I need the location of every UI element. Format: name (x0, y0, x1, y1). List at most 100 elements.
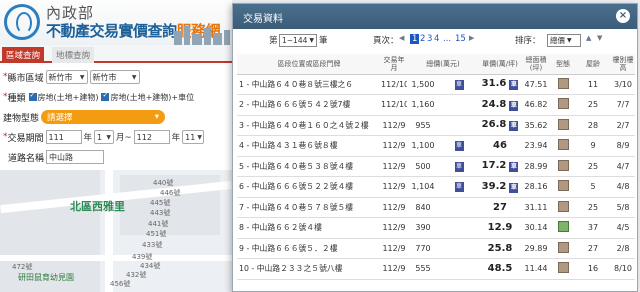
column-header[interactable]: 交易年月 (381, 54, 407, 75)
building-type-icon[interactable] (557, 241, 569, 253)
tab-area-search[interactable]: 區域查詢 (2, 47, 45, 63)
address-cell: 1 - 中山路６４０巷８號三樓之６ (237, 74, 381, 95)
building-type-icon[interactable] (557, 180, 569, 192)
total-price-cell: 1,100 (407, 135, 439, 157)
area-cell: 47.51 (521, 74, 551, 95)
column-header[interactable]: 總面積(坪) (521, 54, 551, 75)
chevron-down-icon: ▼ (131, 73, 137, 81)
sort-desc-icon[interactable]: ▼ (597, 34, 602, 42)
table-row[interactable]: 9 - 中山路６６６號５．２樓 112/9 770 25.8 29.89 27 2/8 (237, 238, 635, 259)
age-cell: 5 (575, 176, 611, 198)
transaction-table: 區段位置或區段門牌 交易年月 總價(萬元) 單價(萬/坪) 總面積(坪) 型態 屋齡 樓別樓高… (237, 54, 635, 280)
type-cell (551, 238, 575, 259)
map-address: 456號 (110, 280, 131, 288)
column-header[interactable]: 樓別樓高 (611, 54, 635, 75)
floor-cell: 4/5 (611, 217, 635, 239)
type-checkbox-2[interactable] (101, 91, 110, 101)
type-option-1: 房地(土地+建物) (37, 92, 99, 102)
total-price-cell: 1,104 (407, 176, 439, 198)
road-input[interactable]: 中山路 (46, 150, 105, 164)
from-year-input[interactable]: 111 (45, 130, 82, 144)
sort-select[interactable]: 總價 ▼ (547, 34, 581, 47)
road-row: 道路名稱 中山路 (3, 149, 105, 165)
map-address: 472號 (12, 263, 33, 271)
floor-cell: 5/8 (611, 197, 635, 218)
total-price-cell: 1,160 (407, 94, 439, 116)
table-row[interactable]: 5 - 中山路６４０巷５３８號４樓 112/9 500 車 17.2 車 28.99 25 4/… (237, 156, 635, 177)
unit-price-cell: 12.9 (479, 217, 521, 239)
parking-badge-icon: 車 (509, 100, 519, 111)
floor-cell: 8/9 (611, 135, 635, 157)
table-row[interactable]: 8 - 中山路６６２號４樓 112/9 390 12.9 30.14 37 4/5 (237, 217, 635, 239)
county-select[interactable]: 新竹市 ▼ (45, 70, 88, 84)
next-page-icon[interactable]: ▶ (469, 34, 474, 42)
first-page-icon[interactable]: ◀ (399, 34, 404, 42)
close-icon[interactable]: × (616, 9, 630, 23)
unit-price-value: 27 (493, 201, 507, 213)
address-cell: 7 - 中山路６４０巷５７８號５樓 (237, 197, 381, 218)
page-link[interactable]: 2 (420, 34, 425, 44)
table-row[interactable]: 1 - 中山路６４０巷８號三樓之６ 112/10 1,500 車 31.6 車 47.51 1… (237, 74, 635, 95)
page-link[interactable]: 4 (434, 34, 439, 44)
total-price-cell: 1,500 (407, 74, 439, 95)
area-cell: 30.14 (521, 217, 551, 239)
period-row: * 交易期間 111 年 1 ▼ 月~ 112 年 11 ▼ (3, 129, 205, 145)
page-link[interactable]: 3 (427, 34, 432, 44)
age-cell: 11 (575, 74, 611, 95)
parking-badge-cell: 車 (439, 156, 479, 177)
page-link-current[interactable]: 1 (410, 34, 420, 44)
parking-badge-icon: 車 (509, 162, 519, 173)
column-header[interactable]: 區段位置或區段門牌 (237, 54, 381, 75)
type-cell (551, 156, 575, 177)
total-price-cell: 840 (407, 197, 439, 218)
to-year-input[interactable]: 112 (133, 130, 170, 144)
building-type-icon[interactable] (557, 159, 569, 171)
building-type-icon[interactable] (557, 262, 569, 274)
table-row[interactable]: 3 - 中山路６４０巷１６０之４號２樓 112/9 955 26.8 車 35.62 28 2… (237, 115, 635, 136)
to-month-select[interactable]: 11 ▼ (182, 130, 205, 144)
building-type-icon[interactable] (557, 98, 569, 110)
type-checkbox-1[interactable] (28, 91, 37, 101)
sort-asc-icon[interactable]: ▲ (586, 34, 591, 42)
building-type-select[interactable]: 請選擇 ▾ (41, 110, 166, 124)
chevron-down-icon: ▼ (79, 73, 85, 81)
unit-price-value: 25.8 (487, 242, 513, 254)
unit-price-cell: 26.8 車 (479, 115, 521, 136)
building-type-icon[interactable] (557, 118, 569, 130)
column-header[interactable]: 單價(萬/坪) (479, 54, 521, 75)
building-type-icon[interactable] (557, 77, 569, 89)
parking-badge-cell (439, 258, 479, 280)
column-header[interactable]: 型態 (551, 54, 575, 75)
table-row[interactable]: 7 - 中山路６４０巷５７８號５樓 112/9 840 27 31.11 25 5/8 (237, 197, 635, 218)
tab-landmark-search[interactable]: 地標查詢 (52, 47, 95, 63)
from-month-select[interactable]: 1 ▼ (94, 130, 115, 144)
county-row: * 縣市區域 新竹市 ▼ 新竹市 ▼ (3, 69, 140, 85)
building-type-icon[interactable] (557, 139, 569, 151)
floor-cell: 4/7 (611, 156, 635, 177)
road-label: 道路名稱 (8, 153, 45, 164)
building-type-icon[interactable] (557, 200, 569, 212)
column-header[interactable]: 總價(萬元) (407, 54, 479, 75)
table-row[interactable]: 10 - 中山路２３３之５號八樓 112/9 555 48.5 11.44 16 8/10 (237, 258, 635, 280)
chevron-down-icon: ▼ (567, 37, 572, 44)
table-header-row: 區段位置或區段門牌 交易年月 總價(萬元) 單價(萬/坪) 總面積(坪) 型態 屋齡 樓別樓高 (237, 54, 635, 75)
floor-cell: 4/8 (611, 176, 635, 198)
parking-badge-cell (439, 197, 479, 218)
sort-label: 排序： (515, 36, 541, 46)
parking-badge-cell: 車 (439, 135, 479, 157)
record-range-select[interactable]: 1~144 ▼ (279, 34, 317, 47)
table-row[interactable]: 2 - 中山路６６６號５４２號7樓 112/10 1,160 24.8 車 46.82 25… (237, 94, 635, 116)
building-type-icon[interactable] (557, 221, 569, 233)
type-cell (551, 176, 575, 198)
period-label: 交易期間 (7, 133, 44, 144)
table-row[interactable]: 4 - 中山路４３１巷６號８樓 112/9 1,100 車 46 23.94 9 8/9 (237, 135, 635, 157)
area-cell: 46.82 (521, 94, 551, 116)
year-unit: 年 (83, 133, 93, 143)
table-row[interactable]: 6 - 中山路６６６號５２２號４樓 112/9 1,104 車 39.2 車 28.16 5 4… (237, 176, 635, 198)
page-ellipsis: ... (443, 34, 452, 44)
site-header: 內政部 不動產交易實價查詢服務網 (0, 0, 232, 45)
district-select[interactable]: 新竹市 ▼ (89, 70, 140, 84)
date-cell: 112/10 (381, 94, 407, 116)
column-header[interactable]: 屋齡 (575, 54, 611, 75)
page-link[interactable]: 15 (455, 34, 466, 44)
